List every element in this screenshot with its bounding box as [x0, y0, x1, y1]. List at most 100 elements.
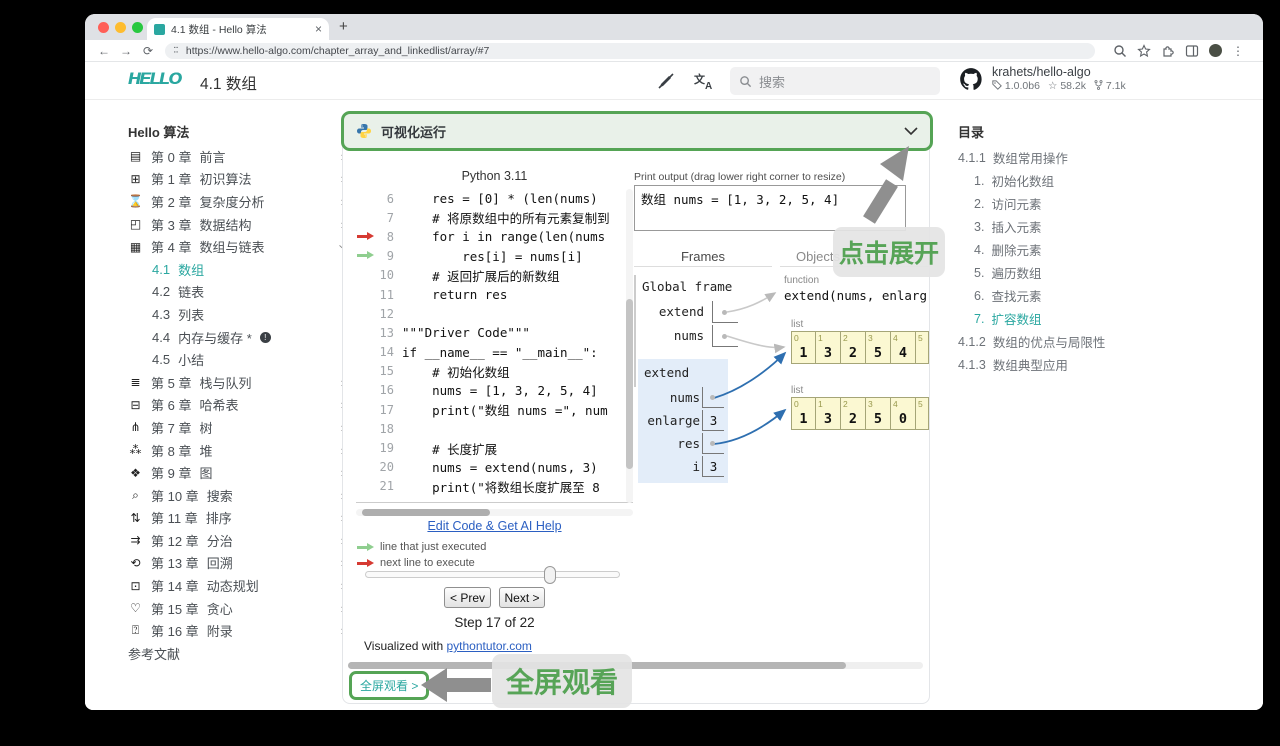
toc-item[interactable]: 4.1.1 数组常用操作 — [958, 146, 1158, 169]
code-line: 16 nums = [1, 3, 2, 5, 4] — [356, 381, 633, 400]
search-input[interactable]: 搜索 — [730, 67, 940, 95]
reload-icon[interactable]: ⟳ — [139, 44, 157, 58]
back-icon[interactable]: ← — [95, 44, 113, 58]
visualizer-header[interactable]: 可视化运行 — [341, 111, 933, 151]
toc-item[interactable]: 7. 扩容数组 — [958, 307, 1158, 330]
item-number: 第 11 章 — [151, 511, 198, 527]
code-vertical-scrollbar[interactable] — [626, 189, 633, 503]
cell-index: 4 — [893, 399, 898, 409]
sidebar-item[interactable]: 4.3 列表 — [128, 303, 353, 326]
sidebar-item[interactable]: 4.4 内存与缓存 *! — [128, 326, 353, 349]
array-cell-clipped: 5 — [916, 397, 929, 430]
line-number: 8 — [386, 229, 394, 244]
variable-name: nums — [669, 390, 700, 405]
pythontutor-link[interactable]: pythontutor.com — [447, 639, 532, 653]
sidebar-item[interactable]: ⁂第 8 章堆› — [128, 439, 353, 462]
sidebar-item[interactable]: ⍰第 16 章附录› — [128, 619, 353, 642]
sidebar-item[interactable]: 4.1 数组 — [128, 258, 353, 281]
prev-button[interactable]: < Prev — [444, 587, 491, 608]
chapter-icon: ⊞ — [130, 171, 141, 186]
chevron-down-icon[interactable] — [904, 126, 918, 136]
toc-item[interactable]: 4. 删除元素 — [958, 238, 1158, 261]
item-label: 内存与缓存 * — [178, 330, 252, 346]
cell-value: 5 — [873, 411, 883, 427]
zoom-icon[interactable] — [1113, 44, 1127, 58]
sidebar-item[interactable]: 4.5 小结 — [128, 348, 353, 371]
toc-item[interactable]: 2. 访问元素 — [958, 192, 1158, 215]
profile-avatar[interactable] — [1209, 44, 1222, 57]
toc-item[interactable]: 3. 插入元素 — [958, 215, 1158, 238]
sidebar-item[interactable]: ❖第 9 章图› — [128, 461, 353, 484]
address-bar[interactable]: ⠭ https://www.hello-algo.com/chapter_arr… — [165, 42, 1095, 59]
sidebar-item[interactable]: ≣第 5 章栈与队列› — [128, 371, 353, 394]
sidebar-item[interactable]: ⊟第 6 章哈希表› — [128, 394, 353, 417]
toc-item[interactable]: 1. 初始化数组 — [958, 169, 1158, 192]
code-line: 18 — [356, 419, 633, 438]
side-panel-icon[interactable] — [1185, 44, 1199, 58]
github-repo-card[interactable]: krahets/hello-algo 1.0.0b6 ☆ 58.2k 7.1k — [958, 65, 1126, 92]
translate-icon[interactable]: 文 A — [693, 71, 715, 91]
edit-code-link[interactable]: Edit Code & Get AI Help — [356, 519, 633, 533]
code-text: # 将原数组中的所有元素复制到 — [402, 211, 610, 227]
traffic-light-minimize[interactable] — [115, 22, 126, 33]
item-number: 4.4 — [152, 329, 171, 345]
browser-menu-icon[interactable]: ⋮ — [1232, 44, 1244, 58]
item-number: 第 9 章 — [151, 466, 192, 482]
cell-value: 3 — [823, 411, 833, 427]
sidebar-item[interactable]: ▦第 4 章数组与链表› — [128, 235, 353, 258]
site-info-icon[interactable]: ⠭ — [173, 46, 180, 55]
browser-tab[interactable]: 4.1 数组 - Hello 算法 × — [147, 18, 329, 40]
frames-header: Frames — [680, 249, 726, 264]
item-number: 第 5 章 — [151, 375, 192, 391]
next-button[interactable]: Next > — [499, 587, 545, 608]
sidebar-item[interactable]: ⇅第 11 章排序› — [128, 507, 353, 530]
sidebar-item[interactable]: ⋔第 7 章树› — [128, 416, 353, 439]
new-tab-button[interactable]: + — [339, 18, 348, 35]
traffic-light-close[interactable] — [98, 22, 109, 33]
array-cell: 35 — [866, 397, 891, 430]
toc-item[interactable]: 4.1.3 数组典型应用 — [958, 353, 1158, 376]
tag-icon — [992, 80, 1002, 90]
forward-icon[interactable]: → — [117, 44, 135, 58]
sidebar-item[interactable]: ⊡第 14 章动态规划› — [128, 574, 353, 597]
toc-item[interactable]: 4.1.2 数组的优点与局限性 — [958, 330, 1158, 353]
item-label: 动态规划 — [206, 579, 259, 595]
array-cell: 01 — [791, 331, 816, 364]
toc-number: 3. — [974, 219, 985, 234]
theme-toggle-icon[interactable] — [655, 71, 677, 91]
tab-close-icon[interactable]: × — [315, 22, 322, 36]
sidebar-item-references[interactable]: 参考文献 — [128, 642, 353, 665]
sidebar-item[interactable]: ◰第 3 章数据结构› — [128, 213, 353, 236]
print-output-label: Print output (drag lower right corner to… — [634, 171, 846, 183]
cell-index: 5 — [918, 399, 923, 409]
traffic-light-zoom[interactable] — [132, 22, 143, 33]
item-number: 4.1 — [152, 261, 171, 277]
toc-item[interactable]: 5. 遍历数组 — [958, 261, 1158, 284]
sidebar-item[interactable]: ♡第 15 章贪心› — [128, 597, 353, 620]
code-text: return res — [402, 287, 508, 303]
sidebar-item[interactable]: 4.2 链表 — [128, 281, 353, 304]
sidebar-item[interactable]: ⌛第 2 章复杂度分析› — [128, 190, 353, 213]
sidebar-item[interactable]: ⊞第 1 章初识算法› — [128, 168, 353, 191]
sidebar-item[interactable]: ▤第 0 章前言› — [128, 145, 353, 168]
cell-value: 3 — [823, 345, 833, 361]
sidebar-item[interactable]: ⟲第 13 章回溯› — [128, 552, 353, 575]
array-cell: 22 — [841, 331, 866, 364]
code-text: print("数组 nums =", num — [402, 403, 608, 419]
green-arrow-icon — [356, 542, 374, 552]
chapter-icon: ⟲ — [130, 555, 141, 570]
next-line-arrow-icon — [356, 228, 378, 246]
hello-algo-logo[interactable]: HELLO — [128, 69, 182, 89]
code-horizontal-scrollbar[interactable] — [356, 509, 633, 516]
array-cell: 13 — [816, 397, 841, 430]
sidebar-item[interactable]: ⇉第 12 章分治› — [128, 529, 353, 552]
chapter-icon: ⁂ — [129, 443, 142, 458]
bookmark-star-icon[interactable] — [1137, 43, 1151, 58]
extensions-icon[interactable] — [1161, 44, 1175, 58]
code-text: # 初始化数组 — [402, 364, 510, 380]
step-slider[interactable] — [365, 566, 620, 584]
item-label: 哈希表 — [199, 398, 239, 414]
toc-item[interactable]: 6. 查找元素 — [958, 284, 1158, 307]
sidebar-item[interactable]: ⌕第 10 章搜索› — [128, 484, 353, 507]
slider-handle[interactable] — [544, 566, 556, 584]
